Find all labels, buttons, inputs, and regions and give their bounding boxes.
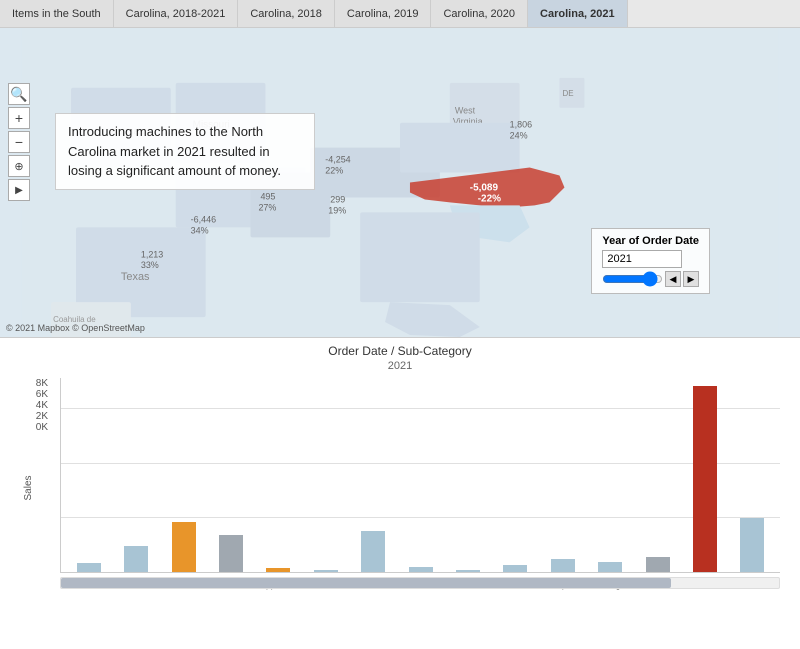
svg-text:Texas: Texas: [121, 271, 150, 283]
y-label-8k: 8K: [36, 378, 48, 389]
bar-group-envelopes: Envelopes: [397, 378, 444, 572]
bar-8[interactable]: Fasteners: [456, 570, 480, 572]
year-filter-label: Year of Order Date: [602, 235, 699, 247]
arrow-button[interactable]: ▶: [8, 179, 30, 201]
map-section: Kansas Missouri West Virginia DE Texas C…: [0, 28, 800, 338]
map-copyright: © 2021 Mapbox © OpenStreetMap: [6, 323, 145, 333]
tab-carolina-2018-2021[interactable]: Carolina, 2018-2021: [114, 0, 239, 27]
bar-group-fasteners: Fasteners: [444, 378, 491, 572]
bar-group-furnishin: Furnishin...: [160, 378, 207, 572]
bar-12[interactable]: Accessor...: [646, 557, 670, 572]
svg-text:1,806: 1,806: [510, 120, 532, 130]
svg-text:-5,089: -5,089: [470, 182, 499, 193]
svg-text:DE: DE: [562, 89, 573, 98]
y-label-2k: 2K: [36, 411, 48, 422]
tooltip-text: Introducing machines to the North Caroli…: [68, 124, 281, 178]
bar-7[interactable]: Envelopes: [409, 567, 433, 572]
bar-group-chairs: Chairs: [112, 378, 159, 572]
svg-text:495: 495: [260, 191, 275, 201]
bar-6[interactable]: Binders: [361, 531, 385, 572]
y-axis: 8K 6K 4K 2K 0K: [20, 378, 52, 455]
zoom-out-button[interactable]: −: [8, 131, 30, 153]
chart-scrollbar[interactable]: [60, 577, 780, 589]
tab-carolina-2020[interactable]: Carolina, 2020: [431, 0, 528, 27]
tab-south[interactable]: Items in the South: [0, 0, 114, 27]
chart-subtitle: 2021: [20, 360, 780, 372]
svg-text:-22%: -22%: [478, 193, 501, 204]
chart-bars-wrapper: Bookcases Chairs Furnishin... Tables Applian…: [60, 378, 780, 598]
svg-text:33%: 33%: [141, 260, 159, 270]
map-tooltip: Introducing machines to the North Caroli…: [55, 113, 315, 190]
bar-5[interactable]: Art: [314, 570, 338, 572]
tab-carolina-2018[interactable]: Carolina, 2018: [238, 0, 335, 27]
y-label-0k: 0K: [36, 422, 48, 433]
bar-group-machines: Machines: [681, 378, 728, 572]
bar-group-binders: Binders: [349, 378, 396, 572]
tab-bar: Items in the South Carolina, 2018-2021 C…: [0, 0, 800, 28]
bar-group-phones: Phones: [729, 378, 776, 572]
year-next-button[interactable]: ▶: [683, 271, 699, 287]
bar-3[interactable]: Tables: [219, 535, 243, 572]
bar-4[interactable]: Applianc...: [266, 568, 290, 572]
svg-text:299: 299: [330, 194, 345, 204]
bar-9[interactable]: Labels: [503, 565, 527, 572]
main-content: Kansas Missouri West Virginia DE Texas C…: [0, 28, 800, 649]
year-prev-button[interactable]: ◀: [665, 271, 681, 287]
year-filter: Year of Order Date ◀ ▶: [591, 228, 710, 294]
year-filter-input[interactable]: [602, 250, 682, 268]
svg-text:24%: 24%: [510, 131, 528, 141]
bar-13[interactable]: Machines: [693, 386, 717, 572]
bar-group-bookcases: Bookcases: [65, 378, 112, 572]
svg-text:-4,254: -4,254: [325, 155, 350, 165]
year-filter-controls: ◀ ▶: [602, 271, 699, 287]
chart-section: Order Date / Sub-Category 2021 Sales 8K …: [0, 338, 800, 649]
zoom-in-button[interactable]: +: [8, 107, 30, 129]
svg-text:27%: 27%: [258, 202, 276, 212]
tab-carolina-2021[interactable]: Carolina, 2021: [528, 0, 628, 27]
bar-group-accessor: Accessor...: [634, 378, 681, 572]
bar-group-paper: Paper: [539, 378, 586, 572]
bar-2[interactable]: Furnishin...: [172, 522, 196, 572]
crosshair-button[interactable]: ⊕: [8, 155, 30, 177]
y-axis-label: Sales: [23, 475, 34, 500]
year-slider[interactable]: [602, 273, 663, 285]
bar-0[interactable]: Bookcases: [77, 563, 101, 572]
bar-group-labels: Labels: [492, 378, 539, 572]
search-button[interactable]: 🔍: [8, 83, 30, 105]
svg-text:34%: 34%: [191, 225, 209, 235]
bar-14[interactable]: Phones: [740, 518, 764, 572]
map-controls: 🔍 + − ⊕ ▶: [8, 83, 30, 201]
bar-10[interactable]: Paper: [551, 559, 575, 572]
chart-container: Sales 8K 6K 4K 2K 0K: [20, 378, 780, 598]
bar-group-art: Art: [302, 378, 349, 572]
chart-bars: Bookcases Chairs Furnishin... Tables Applian…: [60, 378, 780, 573]
svg-text:22%: 22%: [325, 166, 343, 176]
scrollbar-thumb: [61, 578, 671, 588]
bar-11[interactable]: Storage: [598, 562, 622, 572]
svg-text:19%: 19%: [328, 205, 346, 215]
chart-title: Order Date / Sub-Category: [20, 344, 780, 358]
y-label-6k: 6K: [36, 389, 48, 400]
svg-text:1,213: 1,213: [141, 249, 163, 259]
tab-carolina-2019[interactable]: Carolina, 2019: [335, 0, 432, 27]
bar-1[interactable]: Chairs: [124, 546, 148, 572]
bar-group-applianc: Applianc...: [255, 378, 302, 572]
y-label-4k: 4K: [36, 400, 48, 411]
bar-group-tables: Tables: [207, 378, 254, 572]
svg-text:West: West: [455, 106, 476, 116]
svg-text:-6,446: -6,446: [191, 214, 216, 224]
bar-group-storage: Storage: [586, 378, 633, 572]
